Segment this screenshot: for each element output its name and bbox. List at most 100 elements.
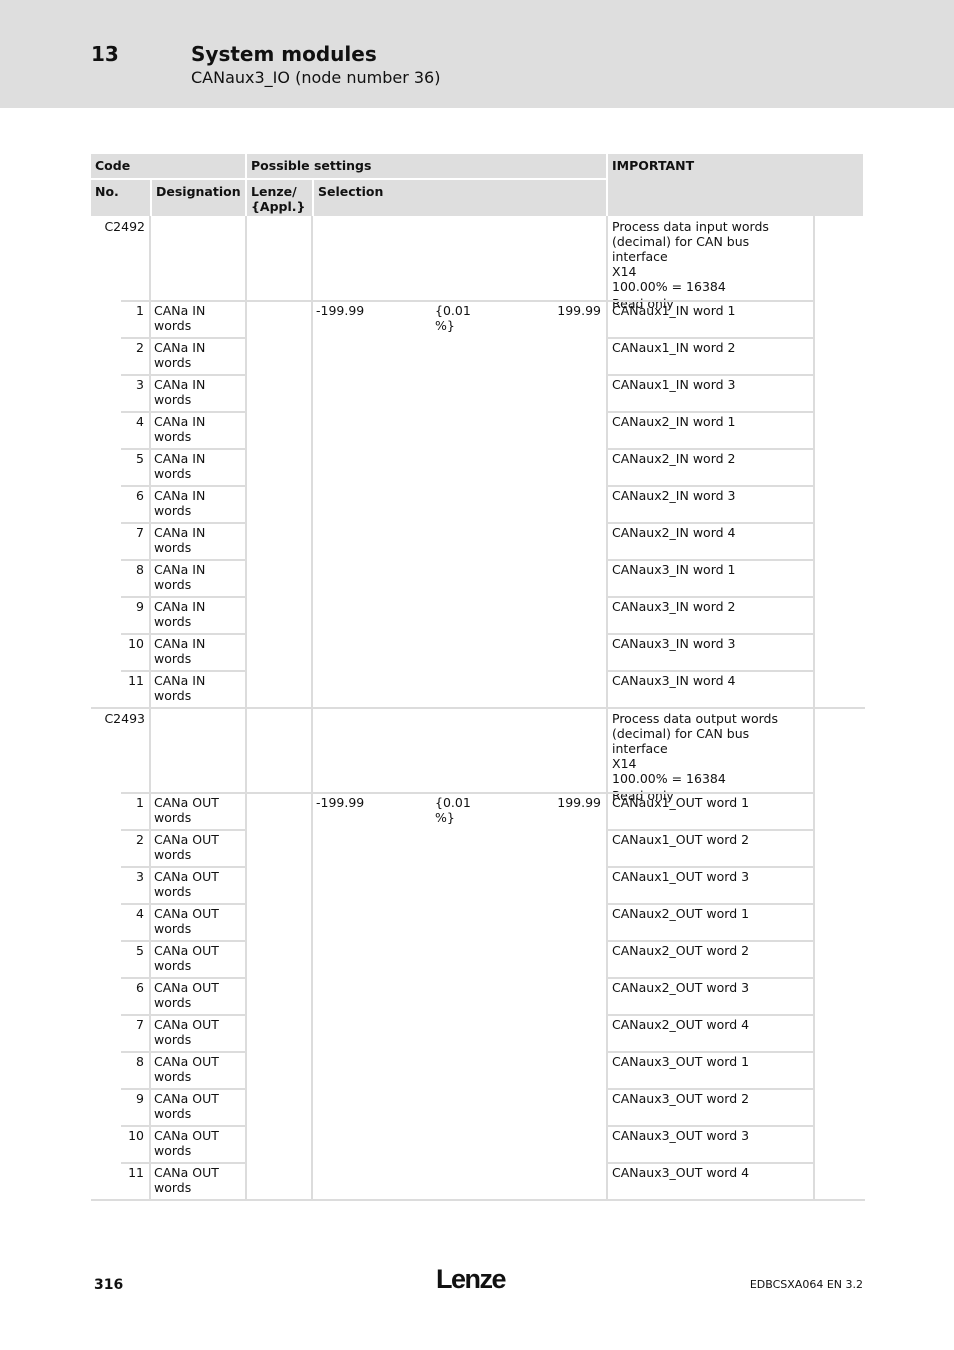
row-important: CANaux3_IN word 3 bbox=[612, 636, 736, 651]
code-description: Process data input words (decimal) for CA… bbox=[609, 218, 809, 312]
row-number: 7 bbox=[136, 525, 144, 540]
chapter-number: 13 bbox=[91, 42, 119, 66]
description-line: (decimal) for CAN bus interface bbox=[612, 234, 750, 264]
row-important: CANaux1_IN word 3 bbox=[612, 377, 736, 392]
row-important: CANaux2_IN word 2 bbox=[612, 451, 736, 466]
lenze-logo: Lenze bbox=[436, 1264, 507, 1294]
description-line: X14 bbox=[612, 756, 637, 771]
row-important: CANaux2_OUT word 4 bbox=[612, 1017, 750, 1032]
description-line: (decimal) for CAN bus interface bbox=[612, 726, 750, 756]
row-number: 5 bbox=[136, 451, 144, 466]
row-important: CANaux2_OUT word 1 bbox=[612, 906, 750, 921]
table-row: 5 CANa IN words CANaux2_IN word 2 bbox=[91, 449, 863, 486]
row-designation: CANa IN words bbox=[154, 525, 206, 555]
table-row: 7 CANa OUT words CANaux2_OUT word 4 bbox=[91, 1015, 863, 1052]
row-important: CANaux1_OUT word 1 bbox=[612, 795, 750, 810]
row-important: CANaux2_IN word 3 bbox=[612, 488, 736, 503]
row-important: CANaux2_IN word 4 bbox=[612, 525, 736, 540]
header-lenze-appl: Lenze/ {Appl.} bbox=[247, 178, 312, 216]
row-designation: CANa IN words bbox=[154, 451, 206, 481]
row-important: CANaux1_OUT word 2 bbox=[612, 832, 750, 847]
chapter-subtitle: CANaux3_IO (node number 36) bbox=[191, 68, 441, 87]
row-number: 10 bbox=[128, 1128, 144, 1143]
row-number: 4 bbox=[136, 906, 144, 921]
row-designation: CANa IN words bbox=[154, 414, 206, 444]
row-designation: CANa OUT words bbox=[154, 943, 219, 973]
row-number: 11 bbox=[128, 673, 144, 688]
column-divider bbox=[813, 216, 815, 708]
row-designation: CANa IN words bbox=[154, 340, 206, 370]
description-line: 100.00% = 16384 bbox=[612, 279, 726, 294]
table-row: 1 CANa IN words CANaux1_IN word 1 bbox=[91, 301, 863, 338]
row-number: 5 bbox=[136, 943, 144, 958]
code-value: C2493 bbox=[104, 711, 145, 726]
header-band: 13 System modules CANaux3_IO (node numbe… bbox=[0, 0, 954, 108]
row-number: 10 bbox=[128, 636, 144, 651]
header-code: Code bbox=[91, 154, 245, 178]
page-number: 316 bbox=[94, 1277, 124, 1293]
table-row: 9 CANa IN words CANaux3_IN word 2 bbox=[91, 597, 863, 634]
row-designation: CANa OUT words bbox=[154, 1165, 219, 1195]
chapter-title: System modules bbox=[191, 42, 377, 66]
table-row: 2 CANa OUT words CANaux1_OUT word 2 bbox=[91, 830, 863, 867]
row-number: 2 bbox=[136, 832, 144, 847]
row-number: 6 bbox=[136, 488, 144, 503]
table-row: 2 CANa IN words CANaux1_IN word 2 bbox=[91, 338, 863, 375]
header-no: No. bbox=[91, 178, 150, 216]
table-row: 7 CANa IN words CANaux2_IN word 4 bbox=[91, 523, 863, 560]
table-row: 8 CANa IN words CANaux3_IN word 1 bbox=[91, 560, 863, 597]
row-designation: CANa IN words bbox=[154, 488, 206, 518]
row-designation: CANa OUT words bbox=[154, 1017, 219, 1047]
row-number: 1 bbox=[136, 795, 144, 810]
row-number: 11 bbox=[128, 1165, 144, 1180]
row-number: 8 bbox=[136, 562, 144, 577]
table-row: 10 CANa IN words CANaux3_IN word 3 bbox=[91, 634, 863, 671]
description-line: X14 bbox=[612, 264, 637, 279]
table-row: 3 CANa OUT words CANaux1_OUT word 3 bbox=[91, 867, 863, 904]
row-important: CANaux2_OUT word 2 bbox=[612, 943, 750, 958]
row-number: 8 bbox=[136, 1054, 144, 1069]
row-number: 9 bbox=[136, 1091, 144, 1106]
row-important: CANaux1_IN word 1 bbox=[612, 303, 736, 318]
table-row: 4 CANa IN words CANaux2_IN word 1 bbox=[91, 412, 863, 449]
table-row: 9 CANa OUT words CANaux3_OUT word 2 bbox=[91, 1089, 863, 1126]
row-important: CANaux3_OUT word 3 bbox=[612, 1128, 750, 1143]
row-designation: CANa IN words bbox=[154, 562, 206, 592]
row-designation: CANa IN words bbox=[154, 377, 206, 407]
row-important: CANaux3_OUT word 2 bbox=[612, 1091, 750, 1106]
row-number: 9 bbox=[136, 599, 144, 614]
table-row: 5 CANa OUT words CANaux2_OUT word 2 bbox=[91, 941, 863, 978]
table-row: 6 CANa IN words CANaux2_IN word 3 bbox=[91, 486, 863, 523]
group-divider bbox=[91, 707, 865, 709]
table-row: 11 CANa OUT words CANaux3_OUT word 4 bbox=[91, 1163, 863, 1200]
row-designation: CANa OUT words bbox=[154, 906, 219, 936]
row-important: CANaux3_IN word 2 bbox=[612, 599, 736, 614]
row-designation: CANa OUT words bbox=[154, 832, 219, 862]
row-designation: CANa OUT words bbox=[154, 980, 219, 1010]
column-divider bbox=[606, 216, 608, 708]
row-important: CANaux2_IN word 1 bbox=[612, 414, 736, 429]
row-designation: CANa OUT words bbox=[154, 795, 219, 825]
row-important: CANaux3_OUT word 1 bbox=[612, 1054, 750, 1069]
column-divider bbox=[245, 216, 247, 708]
column-divider bbox=[149, 708, 151, 1200]
table-row: 11 CANa IN words CANaux3_IN word 4 bbox=[91, 671, 863, 708]
header-possible-settings: Possible settings bbox=[247, 154, 606, 178]
description-line: 100.00% = 16384 bbox=[612, 771, 726, 786]
column-divider bbox=[813, 708, 815, 1200]
row-designation: CANa IN words bbox=[154, 673, 206, 703]
code-value: C2492 bbox=[104, 219, 145, 234]
table-row: 6 CANa OUT words CANaux2_OUT word 3 bbox=[91, 978, 863, 1015]
row-designation: CANa OUT words bbox=[154, 1128, 219, 1158]
document-id: EDBCSXA064 EN 3.2 bbox=[749, 1278, 863, 1291]
table-row: 1 CANa OUT words CANaux1_OUT word 1 bbox=[91, 793, 863, 830]
row-number: 2 bbox=[136, 340, 144, 355]
row-number: 3 bbox=[136, 377, 144, 392]
header-important: IMPORTANT bbox=[608, 154, 863, 216]
row-important: CANaux3_IN word 4 bbox=[612, 673, 736, 688]
description-line: Process data output words bbox=[612, 711, 778, 726]
row-number: 7 bbox=[136, 1017, 144, 1032]
row-number: 3 bbox=[136, 869, 144, 884]
column-divider bbox=[606, 708, 608, 1200]
row-important: CANaux1_IN word 2 bbox=[612, 340, 736, 355]
